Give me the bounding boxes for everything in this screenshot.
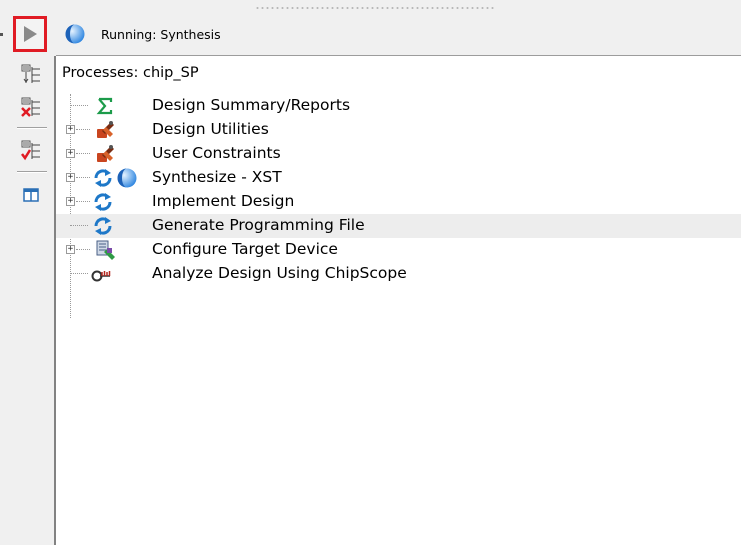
tree-connector [76,177,90,178]
tools-icon [97,145,114,162]
expand-toggle[interactable]: + [66,125,75,134]
status-text: Running: Synthesis [101,27,221,42]
tree-connector [70,273,88,274]
process-item-design-summary[interactable]: Design Summary/Reports [56,94,741,118]
tree-connector [70,225,88,226]
check-hierarchy-icon[interactable] [20,139,42,161]
panel-layout-icon[interactable] [20,184,42,206]
tree-connector [76,249,90,250]
tools-icon [97,121,114,138]
processes-title: Processes: chip_SP [62,65,199,81]
process-item-label: Generate Programming File [152,216,365,234]
spinning-progress-icon [117,168,137,188]
refresh-icon [94,169,112,187]
process-item-label: Analyze Design Using ChipScope [152,264,407,282]
tree-connector [76,153,90,154]
status-header: Running: Synthesis [56,15,741,56]
refresh-icon [94,193,112,211]
process-item-label: Configure Target Device [152,240,338,258]
process-item-synthesize-xst[interactable]: + Synthesize - XST [56,166,741,190]
expand-toggle[interactable]: + [66,173,75,182]
process-item-label: Design Utilities [152,120,269,138]
expand-toggle[interactable]: + [66,149,75,158]
process-item-label: User Constraints [152,144,281,162]
expand-toggle[interactable]: + [66,245,75,254]
process-item-label: Synthesize - XST [152,168,282,186]
process-item-generate-programming-file[interactable]: Generate Programming File [56,214,741,238]
process-item-label: Implement Design [152,192,295,210]
device-config-icon [96,240,115,260]
expand-toggle[interactable]: + [66,197,75,206]
process-item-design-utilities[interactable]: + Design Utilities [56,118,741,142]
toolbar-separator-highlight [17,172,47,173]
process-item-analyze-chipscope[interactable]: Analyze Design Using ChipScope [56,262,741,286]
play-icon [24,26,37,42]
sigma-icon [96,97,113,115]
toolbar-separator-highlight [17,128,47,129]
hierarchy-view-icon[interactable] [20,63,42,85]
tree-connector [70,105,88,106]
process-item-user-constraints[interactable]: + User Constraints [56,142,741,166]
spinning-progress-icon [65,24,85,44]
processes-panel: Processes: chip_SP Design Summary/Report… [54,56,741,545]
refresh-icon [94,217,112,235]
process-toolbar [0,0,56,545]
tree-connector [76,201,90,202]
run-button[interactable] [13,16,47,52]
edge-marker [0,33,3,36]
chipscope-icon [91,270,111,282]
process-item-implement-design[interactable]: + Implement Design [56,190,741,214]
tree-connector [76,129,90,130]
panel-grip[interactable] [255,6,495,10]
remove-hierarchy-icon[interactable] [20,96,42,118]
process-item-configure-target-device[interactable]: + Configure Target Device [56,238,741,262]
process-item-label: Design Summary/Reports [152,96,351,114]
